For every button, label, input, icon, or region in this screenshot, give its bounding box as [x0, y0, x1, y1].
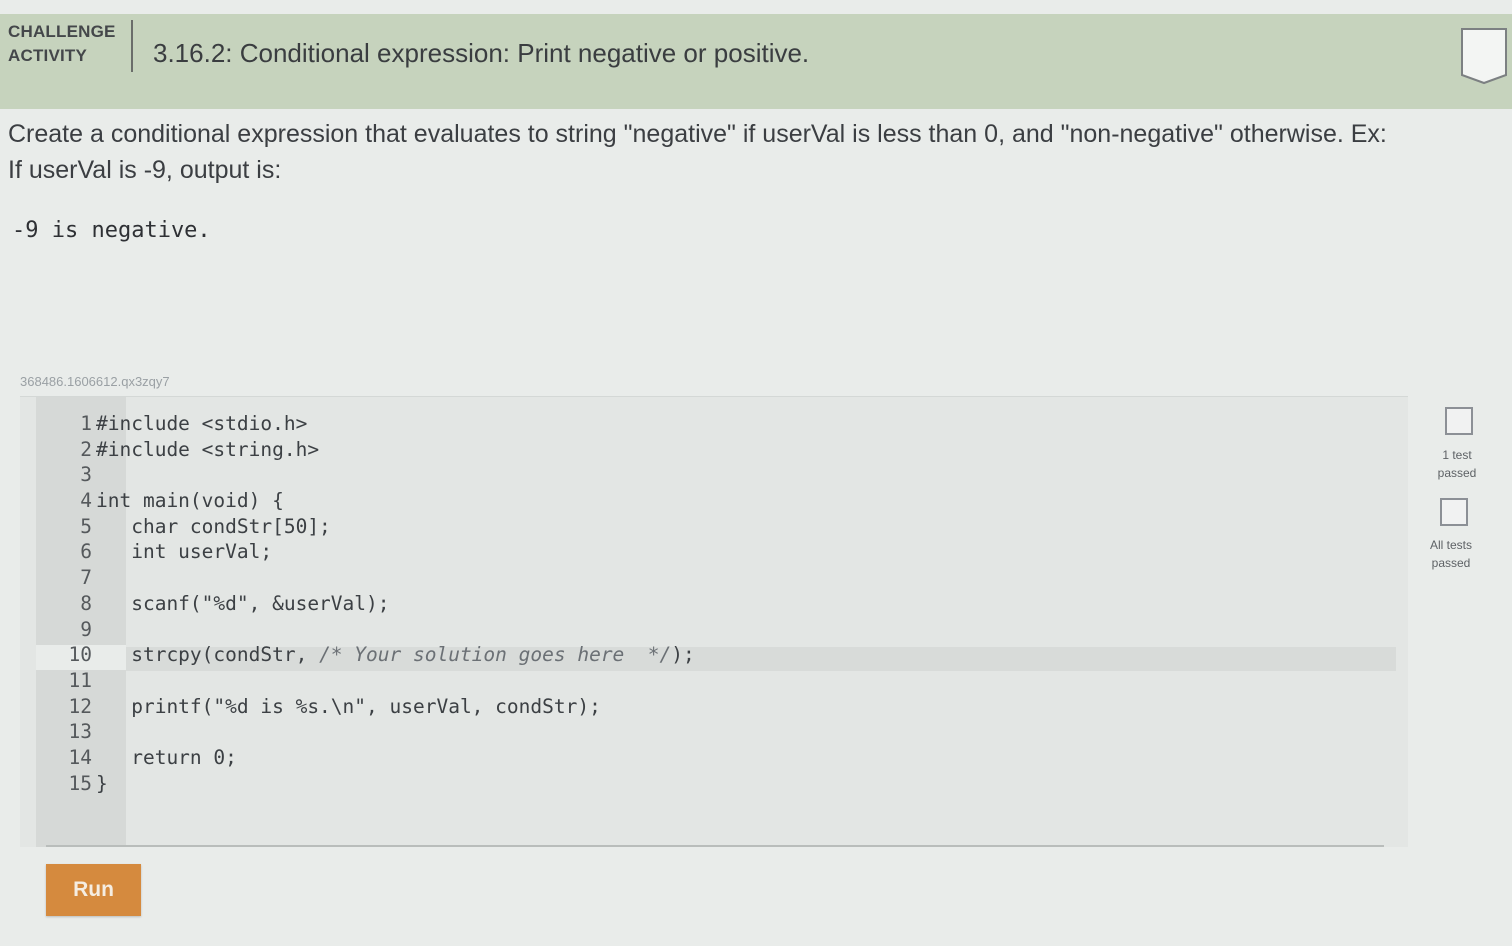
editor-bottom-border [46, 845, 1384, 847]
line-number: 6 [80, 540, 92, 564]
code-text[interactable]: int userVal; [96, 539, 272, 565]
one-test-label-line2: passed [1437, 466, 1477, 480]
all-tests-label-line1: All tests [1429, 538, 1472, 552]
code-text[interactable]: int main(void) { [96, 488, 284, 514]
activity-title: 3.16.2: Conditional expression: Print ne… [153, 38, 810, 68]
code-text-before: strcpy(condStr, [96, 643, 320, 667]
run-button[interactable]: Run [46, 864, 141, 916]
code-text[interactable]: scanf("%d", &userVal); [96, 591, 389, 617]
code-text[interactable]: #include <string.h> [96, 437, 319, 463]
one-test-checkbox-icon [1445, 407, 1473, 435]
line-number: 14 [68, 745, 92, 769]
activity-type-line1: CHALLENGE [8, 22, 116, 41]
activity-type-line2: ACTIVITY [8, 46, 88, 65]
one-test-label-line1: 1 test [1442, 448, 1472, 462]
code-text[interactable]: printf("%d is %s.\n", userVal, condStr); [96, 694, 601, 720]
all-tests-checkbox-icon [1440, 498, 1468, 526]
solution-placeholder-comment[interactable]: /* Your solution goes here */ [319, 643, 671, 666]
header-divider [131, 20, 133, 72]
line-number: 9 [80, 617, 92, 641]
line-number: 2 [80, 437, 92, 461]
all-tests-label: All tests passed [1421, 536, 1481, 572]
line-number: 3 [80, 463, 92, 487]
one-test-label: 1 test passed [1427, 446, 1487, 482]
editor-id: 368486.1606612.qx3zqy7 [20, 374, 170, 389]
code-text[interactable]: #include <stdio.h> [96, 411, 307, 437]
line-number: 10 [68, 643, 92, 667]
line-number: 7 [80, 566, 92, 590]
code-text[interactable]: char condStr[50]; [96, 514, 331, 540]
example-output: -9 is negative. [12, 218, 211, 243]
line-number: 12 [68, 694, 92, 718]
completion-flag-icon [1461, 28, 1507, 85]
line-number: 1 [80, 412, 92, 435]
line-number: 5 [80, 514, 92, 538]
code-text-after: ); [671, 643, 695, 667]
line-number: 8 [80, 591, 92, 615]
line-number: 11 [68, 668, 92, 692]
line-number: 4 [80, 489, 92, 513]
code-text[interactable]: strcpy(condStr, /* Your solution goes he… [96, 642, 695, 668]
instructions-text: Create a conditional expression that eva… [8, 120, 1387, 184]
code-editor[interactable]: 1 #include <stdio.h> 2 #include <string.h> 3… [20, 396, 1408, 847]
challenge-activity-page: CHALLENGE ACTIVITY 3.16.2: Conditional e… [0, 0, 1512, 946]
line-number: 13 [68, 720, 92, 744]
code-text[interactable]: } [96, 771, 108, 797]
all-tests-label-line2: passed [1431, 556, 1471, 570]
line-number: 15 [68, 771, 92, 795]
activity-type-label: CHALLENGE ACTIVITY [8, 20, 116, 68]
code-text[interactable]: return 0; [96, 745, 237, 771]
activity-header: CHALLENGE ACTIVITY 3.16.2: Conditional e… [0, 14, 1512, 109]
